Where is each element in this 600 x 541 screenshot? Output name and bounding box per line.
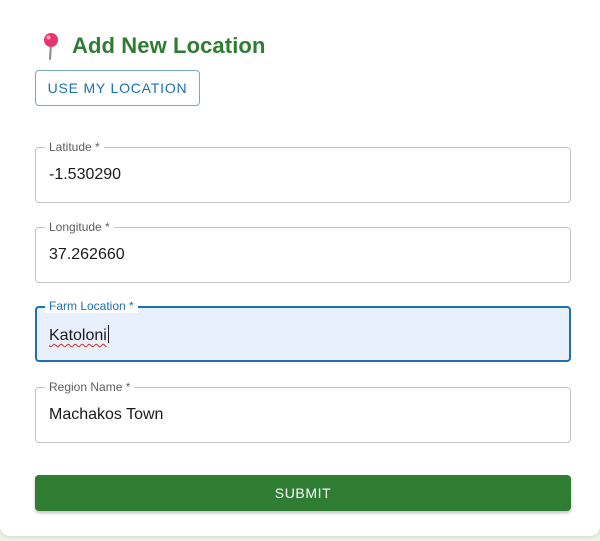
title-row: Add New Location	[40, 30, 266, 62]
longitude-label: Longitude *	[45, 220, 114, 234]
use-my-location-button[interactable]: USE MY LOCATION	[35, 70, 200, 106]
latitude-label: Latitude *	[45, 140, 104, 154]
latitude-input[interactable]: -1.530290	[49, 166, 549, 184]
region-name-input[interactable]: Machakos Town	[49, 406, 549, 424]
region-name-label: Region Name *	[45, 380, 135, 394]
farm-location-label: Farm Location *	[45, 299, 138, 313]
farm-location-field[interactable]: Farm Location * Katoloni	[35, 299, 571, 362]
latitude-field[interactable]: Latitude * -1.530290	[35, 140, 571, 203]
submit-button[interactable]: SUBMIT	[35, 475, 571, 511]
add-location-card: Add New Location USE MY LOCATION Latitud…	[0, 0, 600, 536]
longitude-input[interactable]: 37.262660	[49, 246, 549, 264]
farm-location-value: Katoloni	[49, 327, 107, 344]
longitude-field[interactable]: Longitude * 37.262660	[35, 220, 571, 283]
page-title: Add New Location	[72, 33, 266, 58]
region-name-field[interactable]: Region Name * Machakos Town	[35, 380, 571, 443]
farm-location-input[interactable]: Katoloni	[49, 325, 549, 345]
text-caret	[107, 325, 109, 343]
map-pin-icon	[40, 32, 62, 60]
